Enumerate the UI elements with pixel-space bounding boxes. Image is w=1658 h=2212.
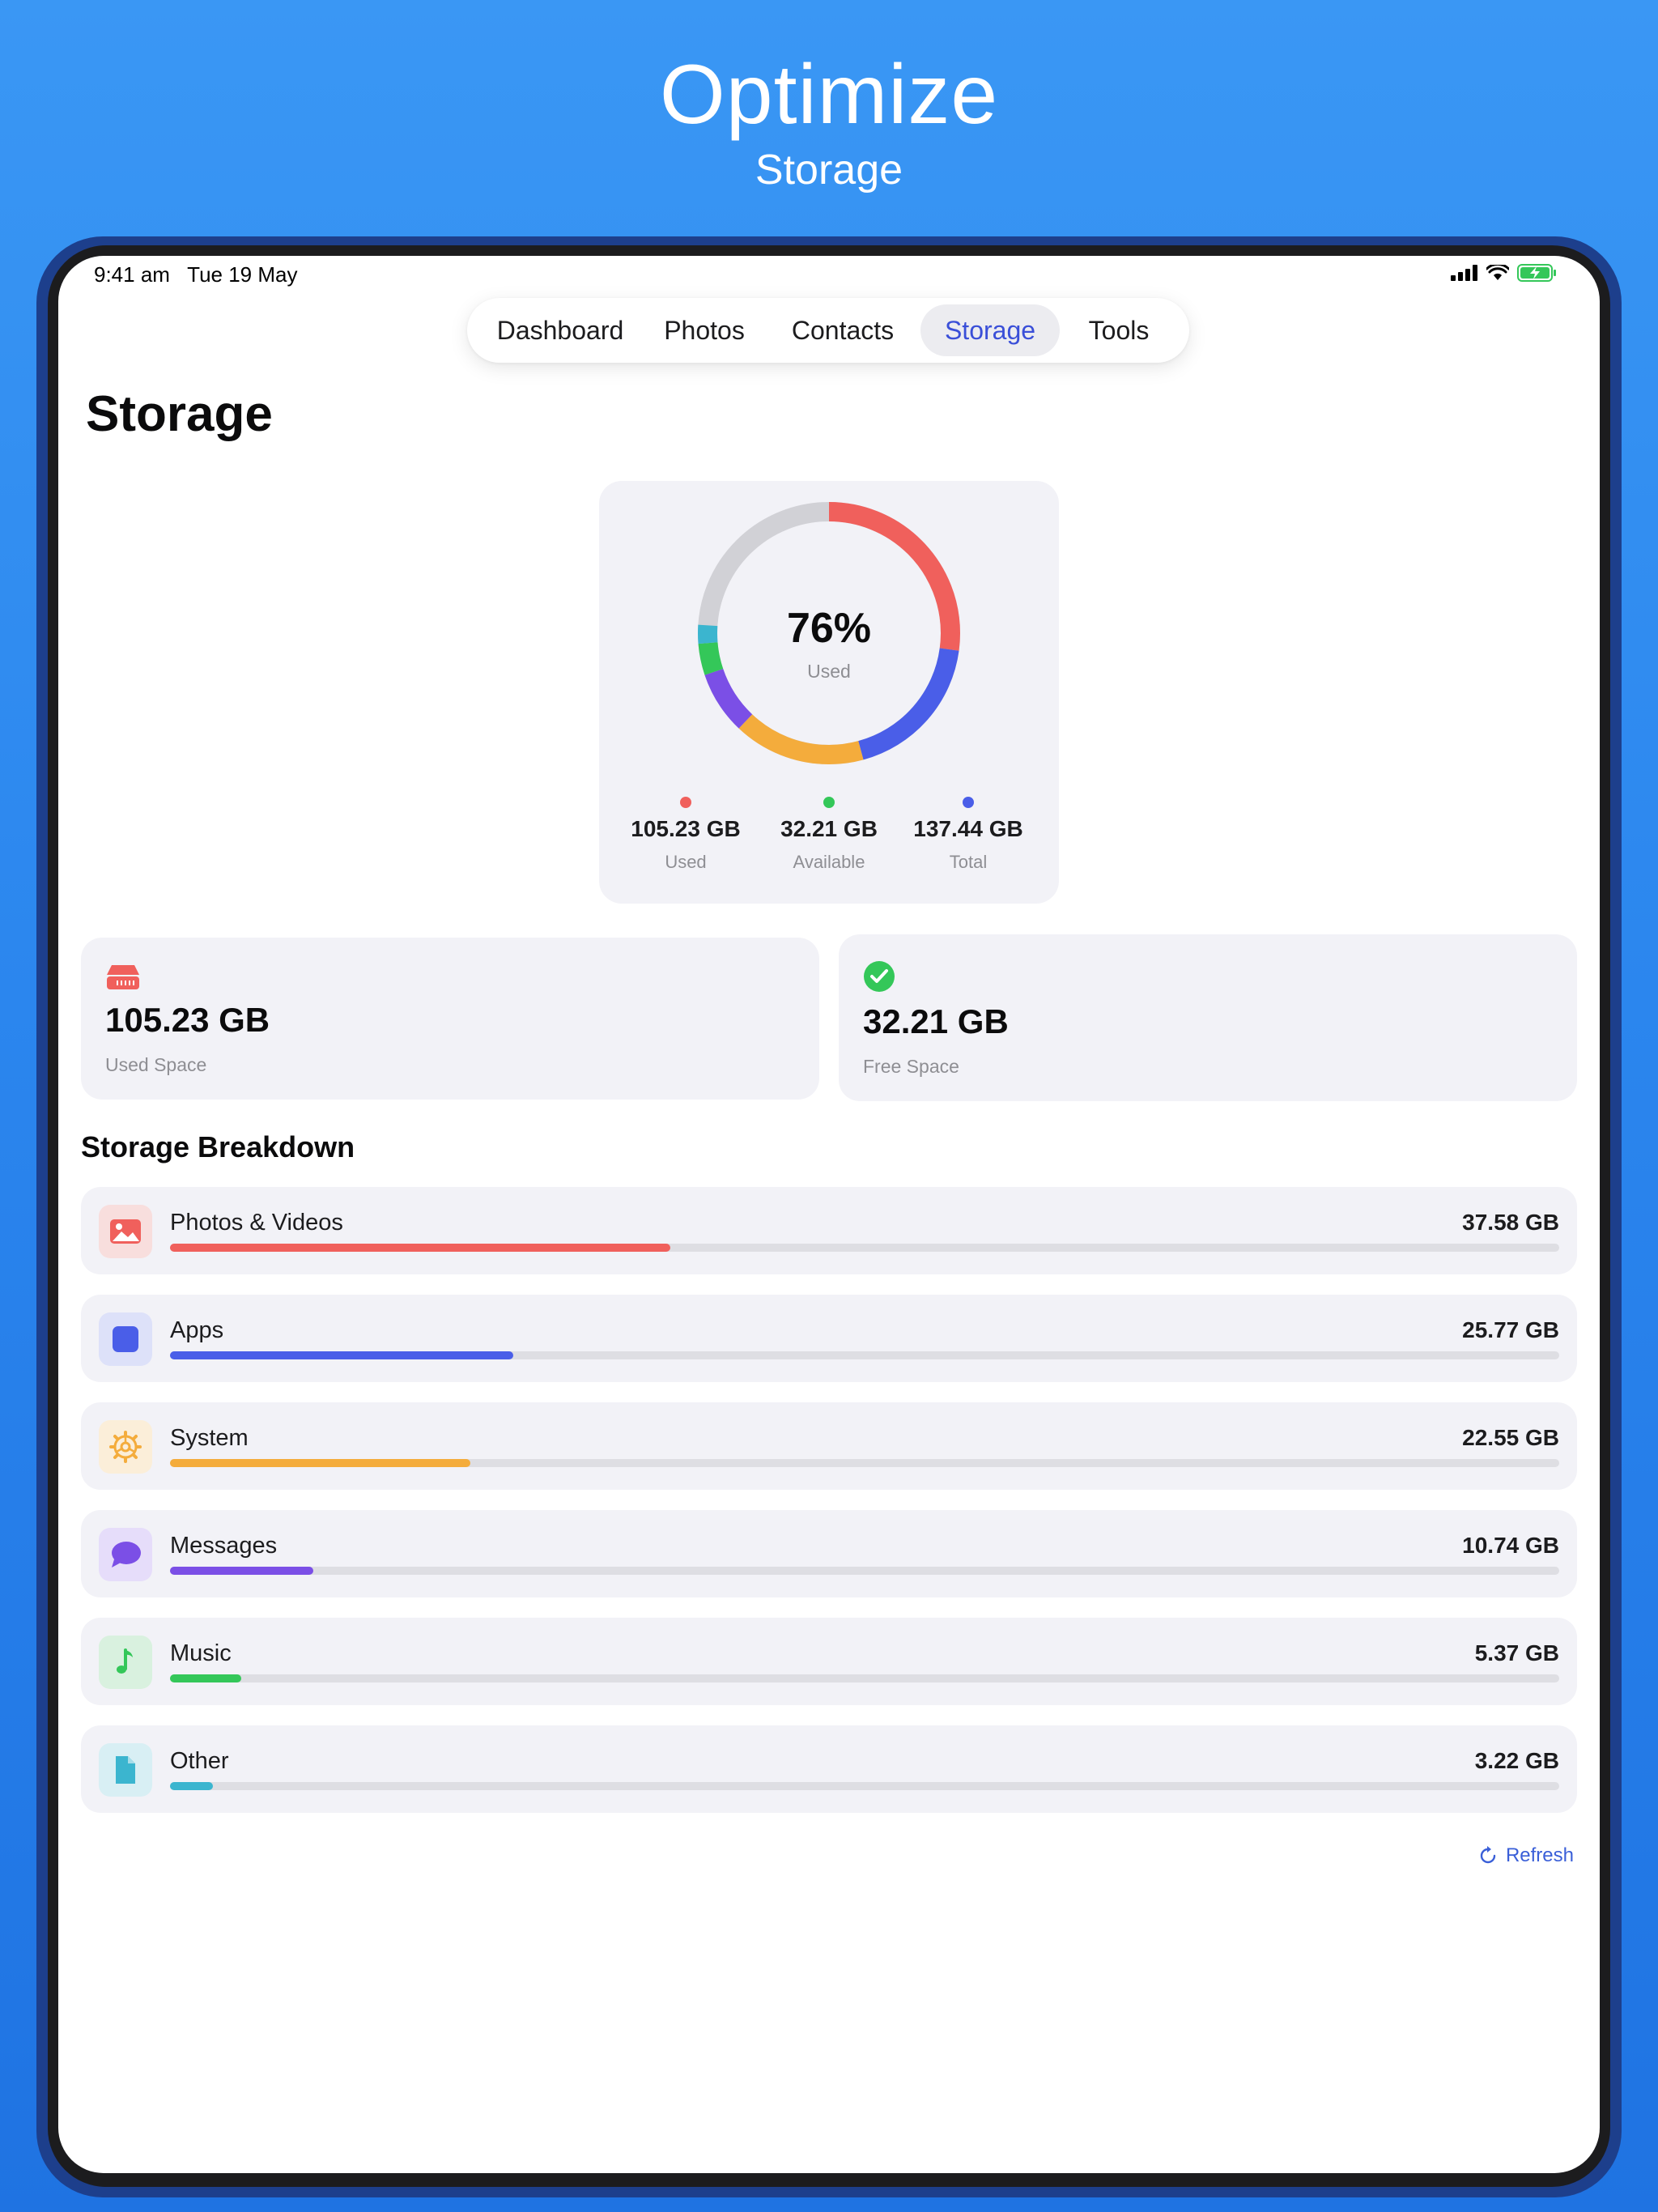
storage-summary-card: 76% Used 105.23 GB Used 32.21 GB Availab… [599, 481, 1059, 904]
tab-dashboard[interactable]: Dashboard [483, 304, 637, 356]
legend-available-label: Available [793, 852, 865, 872]
refresh-icon [1480, 1846, 1496, 1864]
row-size: 5.37 GB [1474, 1640, 1559, 1665]
legend-used-value: 105.23 GB [631, 816, 741, 841]
breakdown-row-apps[interactable]: Apps 25.77 GB [81, 1295, 1577, 1382]
tab-bar: Dashboard Photos Contacts Storage Tools [467, 298, 1189, 363]
tab-photos[interactable]: Photos [644, 304, 765, 356]
legend-dot-available [823, 797, 835, 808]
breakdown-row-system[interactable]: System 22.55 GB [81, 1402, 1577, 1490]
used-space-value: 105.23 GB [105, 1001, 270, 1039]
row-size: 3.22 GB [1474, 1748, 1559, 1773]
status-clock: 9:41 am [94, 262, 170, 287]
progress-track [170, 1782, 1559, 1790]
app-screen: 9:41 am Tue 19 May Dashboard Photos Cont… [58, 256, 1600, 2173]
progress-fill [170, 1674, 242, 1682]
breakdown-row-messages[interactable]: Messages 10.74 GB [81, 1510, 1577, 1597]
refresh-button[interactable]: Refresh [1478, 1844, 1574, 1867]
photo-icon [110, 1219, 141, 1244]
progress-fill [170, 1567, 313, 1575]
row-size: 22.55 GB [1462, 1425, 1559, 1450]
app-square-icon [113, 1326, 138, 1352]
row-icon-box [99, 1636, 152, 1689]
refresh-label: Refresh [1505, 1844, 1574, 1866]
legend-available: 32.21 GB Available [764, 797, 894, 873]
legend-used: 105.23 GB Used [621, 797, 750, 873]
row-icon-box [99, 1528, 152, 1581]
used-space-card: 105.23 GB Used Space [81, 938, 819, 1100]
free-space-value: 32.21 GB [863, 1002, 1009, 1040]
message-bubble-icon [112, 1542, 141, 1568]
row-size: 25.77 GB [1462, 1317, 1559, 1342]
row-size: 37.58 GB [1462, 1210, 1559, 1235]
tab-storage[interactable]: Storage [920, 304, 1060, 356]
wifi-icon [1486, 265, 1509, 280]
free-space-label: Free Space [863, 1056, 959, 1077]
progress-track [170, 1567, 1559, 1575]
row-icon-box [99, 1420, 152, 1474]
tab-contacts[interactable]: Contacts [773, 304, 912, 356]
page-title: Storage [86, 386, 273, 442]
row-size: 10.74 GB [1462, 1533, 1559, 1558]
row-name: Photos & Videos [170, 1210, 343, 1236]
cellular-signal-icon [1451, 265, 1477, 281]
legend-available-value: 32.21 GB [780, 816, 878, 841]
legend-used-label: Used [665, 852, 707, 872]
music-note-icon [117, 1648, 133, 1674]
status-time: 9:41 am Tue 19 May [94, 262, 297, 287]
breakdown-title: Storage Breakdown [81, 1130, 355, 1163]
hero-title: Optimize [659, 48, 999, 142]
drive-icon [107, 965, 139, 989]
legend-total-label: Total [949, 852, 988, 872]
checkmark-circle-icon [864, 961, 895, 992]
used-percent: 76% [786, 605, 872, 652]
used-space-label: Used Space [105, 1054, 207, 1075]
legend-total: 137.44 GB Total [903, 797, 1033, 873]
progress-fill [170, 1244, 670, 1252]
legend-dot-used [680, 797, 691, 808]
status-icons [1451, 264, 1558, 282]
progress-fill [170, 1351, 513, 1359]
row-icon-box [99, 1312, 152, 1366]
breakdown-row-other[interactable]: Other 3.22 GB [81, 1725, 1577, 1813]
status-date: Tue 19 May [187, 262, 298, 287]
legend-total-value: 137.44 GB [913, 816, 1023, 841]
free-space-card: 32.21 GB Free Space [839, 934, 1577, 1101]
used-caption: Used [807, 661, 851, 682]
hero-subtitle: Storage [755, 147, 903, 194]
progress-fill [170, 1782, 213, 1790]
row-name: Messages [170, 1533, 278, 1559]
breakdown-row-music[interactable]: Music 5.37 GB [81, 1618, 1577, 1705]
row-name: Apps [170, 1317, 224, 1343]
progress-fill [170, 1459, 470, 1467]
progress-track [170, 1244, 1559, 1252]
legend-dot-total [963, 797, 974, 808]
row-name: System [170, 1425, 249, 1451]
gear-icon [109, 1431, 142, 1463]
row-icon-box [99, 1743, 152, 1797]
row-name: Music [170, 1640, 232, 1666]
breakdown-row-photos[interactable]: Photos & Videos 37.58 GB [81, 1187, 1577, 1274]
battery-charging-icon [1517, 264, 1556, 282]
progress-track [170, 1459, 1559, 1467]
row-name: Other [170, 1748, 229, 1774]
row-icon-box [99, 1205, 152, 1258]
progress-track [170, 1351, 1559, 1359]
progress-track [170, 1674, 1559, 1682]
tab-tools[interactable]: Tools [1066, 304, 1171, 356]
document-icon [116, 1756, 135, 1784]
